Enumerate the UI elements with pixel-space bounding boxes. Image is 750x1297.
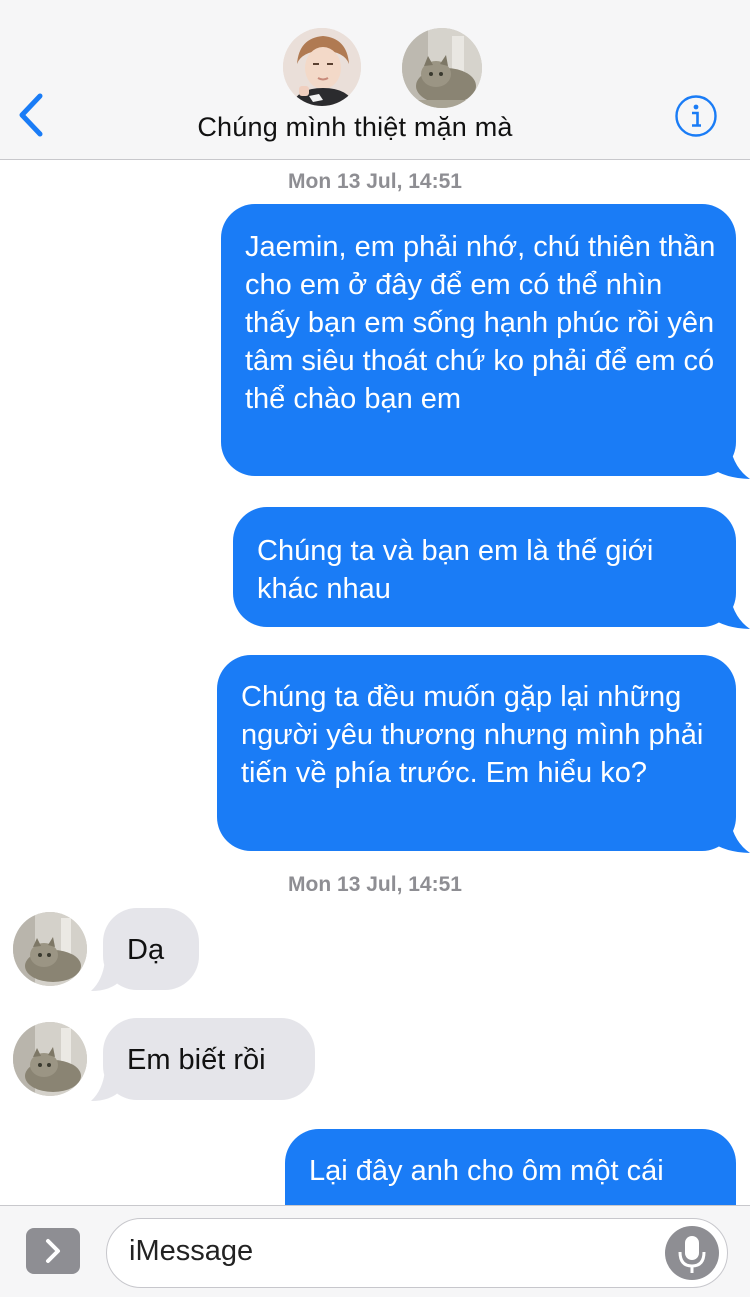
app-drawer-button[interactable] — [26, 1228, 80, 1274]
app-store-chevron-icon — [46, 1239, 60, 1263]
timestamp: Mon 13 Jul, 14:51 — [288, 170, 462, 193]
timestamp: Mon 13 Jul, 14:51 — [288, 873, 462, 896]
conversation-title[interactable]: Chúng mình thiệt mặn mà — [0, 112, 710, 143]
sent-bubble-tail — [706, 820, 750, 853]
sender-avatar-cat[interactable] — [13, 912, 87, 986]
conversation-header: Chúng mình thiệt mặn mà — [0, 0, 750, 160]
received-message-bubble[interactable]: Dạ — [103, 908, 199, 990]
sent-bubble-tail — [706, 446, 750, 479]
dictation-button[interactable] — [665, 1226, 719, 1280]
sent-message-bubble[interactable]: Chúng ta đều muốn gặp lại những người yê… — [217, 655, 736, 851]
info-button[interactable] — [674, 94, 718, 138]
sent-message-bubble[interactable]: Jaemin, em phải nhớ, chú thiên thần cho … — [221, 204, 736, 476]
sent-message-bubble[interactable]: Chúng ta và bạn em là thế giới khác nhau — [233, 507, 736, 627]
info-icon — [675, 95, 717, 137]
sent-bubble-tail — [706, 596, 750, 629]
received-message-bubble[interactable]: Em biết rồi — [103, 1018, 315, 1100]
imessage-placeholder: iMessage — [129, 1235, 254, 1267]
group-member-avatar-cat[interactable] — [402, 28, 482, 108]
imessage-input[interactable]: iMessage — [106, 1218, 728, 1288]
group-member-avatar-person[interactable] — [283, 28, 361, 106]
microphone-icon — [678, 1236, 706, 1273]
sender-avatar-cat[interactable] — [13, 1022, 87, 1096]
message-input-bar: iMessage — [0, 1205, 750, 1297]
